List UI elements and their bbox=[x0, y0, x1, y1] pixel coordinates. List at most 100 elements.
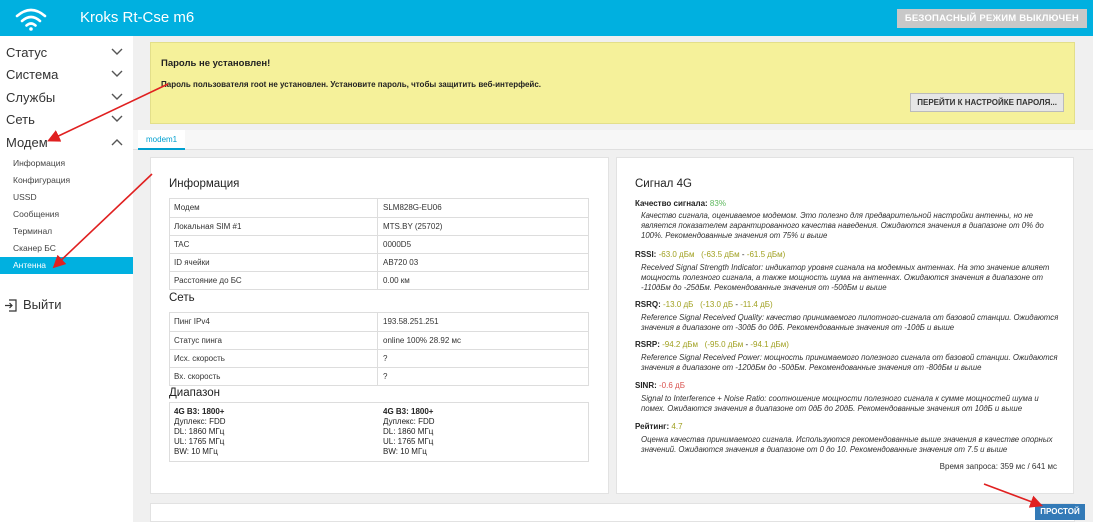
row-key: ID ячейки bbox=[174, 258, 210, 267]
chevron-down-icon bbox=[111, 48, 123, 55]
sinr-desc: Signal to Interference + Noise Ratio: со… bbox=[641, 394, 1039, 413]
tab-modem1[interactable]: modem1 bbox=[138, 130, 186, 150]
sinr-value: -0.6 дБ bbox=[659, 381, 685, 390]
sidebar-item-label: Статус bbox=[6, 45, 48, 60]
sidebar-subitem-label: Конфигурация bbox=[13, 175, 71, 185]
signal-title: Сигнал 4G bbox=[635, 178, 692, 190]
top-header: Kroks Rt-Cse m6 БЕЗОПАСНЫЙ РЕЖИМ ВЫКЛЮЧЕ… bbox=[0, 0, 1093, 36]
sidebar-subitem-info[interactable]: Информация bbox=[0, 155, 133, 172]
row-value: ? bbox=[383, 372, 388, 381]
info-title: Информация bbox=[169, 178, 240, 190]
row-value: online 100% 28.92 мс bbox=[383, 336, 461, 345]
app-title: Kroks Rt-Cse m6 bbox=[80, 9, 195, 26]
chevron-down-icon bbox=[111, 70, 123, 77]
network-title: Сеть bbox=[169, 292, 195, 304]
sidebar-item-system[interactable]: Система bbox=[0, 64, 133, 86]
rssi-desc: Received Signal Strength Indicator: инди… bbox=[641, 263, 1050, 292]
network-table: Пинг IPv4 193.58.251.251 Статус пинга onli… bbox=[169, 312, 589, 386]
row-key: Исх. скорость bbox=[174, 354, 225, 363]
info-card: Информация Модем SLM828G-EU06 Локальная S… bbox=[150, 157, 609, 494]
tab-bar: modem1 bbox=[133, 130, 1093, 150]
sidebar-item-services[interactable]: Службы bbox=[0, 87, 133, 109]
rsrp-label: RSRP: -94.2 дБм (-95.0 дБм - -94.1 дБм) bbox=[635, 340, 789, 349]
sidebar-subitem-label: USSD bbox=[13, 192, 37, 202]
table-row: Локальная SIM #1 MTS.BY (25702) bbox=[170, 217, 588, 236]
logout-link[interactable]: Выйти bbox=[4, 296, 124, 316]
wifi-logo-icon bbox=[15, 8, 47, 31]
simple-mode-button[interactable]: ПРОСТОЙ bbox=[1035, 504, 1085, 520]
band-title: 4G B3: 1800+ bbox=[383, 407, 434, 416]
band-table: 4G B3: 1800+ Дуплекс: FDD DL: 1860 МГц U… bbox=[169, 402, 589, 462]
table-row: Модем SLM828G-EU06 bbox=[170, 199, 588, 217]
row-value: MTS.BY (25702) bbox=[383, 222, 443, 231]
sidebar-subitem-ussd[interactable]: USSD bbox=[0, 189, 133, 206]
row-value: ? bbox=[383, 354, 388, 363]
sidebar-item-status[interactable]: Статус bbox=[0, 42, 133, 64]
warning-text: Пароль пользователя root не установлен. … bbox=[161, 80, 542, 89]
band-title: 4G B3: 1800+ bbox=[174, 407, 225, 416]
sidebar-subitem-bs-scanner[interactable]: Сканер БС bbox=[0, 240, 133, 257]
band-dl: DL: 1860 МГц bbox=[383, 427, 434, 436]
rsrp-desc: Reference Signal Received Power: мощност… bbox=[641, 353, 1058, 372]
band-duplex: Дуплекс: FDD bbox=[174, 417, 226, 426]
sidebar-item-label: Система bbox=[6, 67, 59, 82]
sidebar-item-label: Модем bbox=[6, 135, 48, 150]
sidebar-subitem-label: Терминал bbox=[13, 226, 53, 236]
row-value: 0000D5 bbox=[383, 240, 412, 249]
sidebar-subitem-config[interactable]: Конфигурация bbox=[0, 172, 133, 189]
chevron-down-icon bbox=[111, 115, 123, 122]
row-key: Модем bbox=[174, 203, 200, 212]
table-row: Вх. скорость? bbox=[170, 367, 588, 386]
table-row: Исх. скорость? bbox=[170, 349, 588, 368]
rsrq-value: -13.0 дБ bbox=[663, 300, 694, 309]
request-time: Время запроса: 359 мс / 641 мс bbox=[939, 462, 1057, 471]
band-dl: DL: 1860 МГц bbox=[174, 427, 225, 436]
quality-label: Качество сигнала: 83% bbox=[635, 199, 726, 208]
quality-value: 83% bbox=[709, 199, 726, 208]
table-row: TAC 0000D5 bbox=[170, 235, 588, 254]
rating-value: 4.7 bbox=[671, 422, 683, 431]
rssi-label: RSSI: -63.0 дБм (-63.5 дБм - -61.5 дБм) bbox=[635, 250, 786, 259]
signal-card: Сигнал 4G Качество сигнала: 83% Качество… bbox=[616, 157, 1074, 494]
sidebar-subitem-label: Информация bbox=[13, 158, 66, 168]
rssi-value: -63.0 дБм bbox=[658, 250, 695, 259]
row-key: TAC bbox=[174, 240, 190, 249]
sidebar: Статус Система Службы Сеть Модем Информа… bbox=[0, 36, 133, 522]
sidebar-subitem-label: Антенна bbox=[13, 260, 47, 270]
sinr-label: SINR: -0.6 дБ bbox=[635, 381, 685, 390]
band-bw: BW: 10 МГц bbox=[383, 447, 427, 456]
row-value: 0.00 км bbox=[383, 276, 410, 285]
sidebar-subitem-messages[interactable]: Сообщения bbox=[0, 206, 133, 223]
table-row: Статус пинга online 100% 28.92 мс bbox=[170, 331, 588, 350]
table-row: ID ячейки AB720 03 bbox=[170, 253, 588, 272]
chevron-up-icon bbox=[111, 139, 123, 146]
sidebar-item-network[interactable]: Сеть bbox=[0, 109, 133, 131]
band-info: 4G B3: 1800+ Дуплекс: FDD DL: 1860 МГц U… bbox=[174, 407, 226, 457]
info-table: Модем SLM828G-EU06 Локальная SIM #1 MTS.BY… bbox=[169, 198, 589, 290]
table-row: Расстояние до БС 0.00 км bbox=[170, 271, 588, 290]
rsrp-value: -94.2 дБм bbox=[662, 340, 698, 349]
range-title: Диапазон bbox=[169, 387, 220, 399]
sidebar-subitem-terminal[interactable]: Терминал bbox=[0, 223, 133, 240]
row-value: AB720 03 bbox=[383, 258, 419, 267]
sign-in-icon bbox=[5, 299, 17, 312]
row-key: Статус пинга bbox=[174, 336, 222, 345]
table-row: Пинг IPv4 193.58.251.251 bbox=[170, 313, 588, 331]
sidebar-subitem-antenna[interactable]: Антенна bbox=[0, 257, 133, 274]
row-key: Вх. скорость bbox=[174, 372, 221, 381]
quality-desc: Качество сигнала, оцениваемое модемом. Э… bbox=[641, 211, 1044, 240]
band-info: 4G B3: 1800+ Дуплекс: FDD DL: 1860 МГц U… bbox=[383, 407, 435, 457]
safe-mode-button[interactable]: БЕЗОПАСНЫЙ РЕЖИМ ВЫКЛЮЧЕН bbox=[896, 9, 1087, 28]
row-key: Локальная SIM #1 bbox=[174, 222, 242, 231]
logout-label: Выйти bbox=[23, 297, 62, 312]
sidebar-subitem-label: Сканер БС bbox=[13, 243, 56, 253]
band-duplex: Дуплекс: FDD bbox=[383, 417, 435, 426]
go-to-password-button[interactable]: ПЕРЕЙТИ К НАСТРОЙКЕ ПАРОЛЯ... bbox=[910, 93, 1064, 112]
band-ul: UL: 1765 МГц bbox=[174, 437, 225, 446]
bottom-card bbox=[150, 503, 1075, 522]
sidebar-subitem-label: Сообщения bbox=[13, 209, 60, 219]
sidebar-item-modem[interactable]: Модем bbox=[0, 132, 133, 154]
row-value: 193.58.251.251 bbox=[383, 317, 439, 326]
rating-label: Рейтинг: 4.7 bbox=[635, 422, 683, 431]
band-ul: UL: 1765 МГц bbox=[383, 437, 434, 446]
